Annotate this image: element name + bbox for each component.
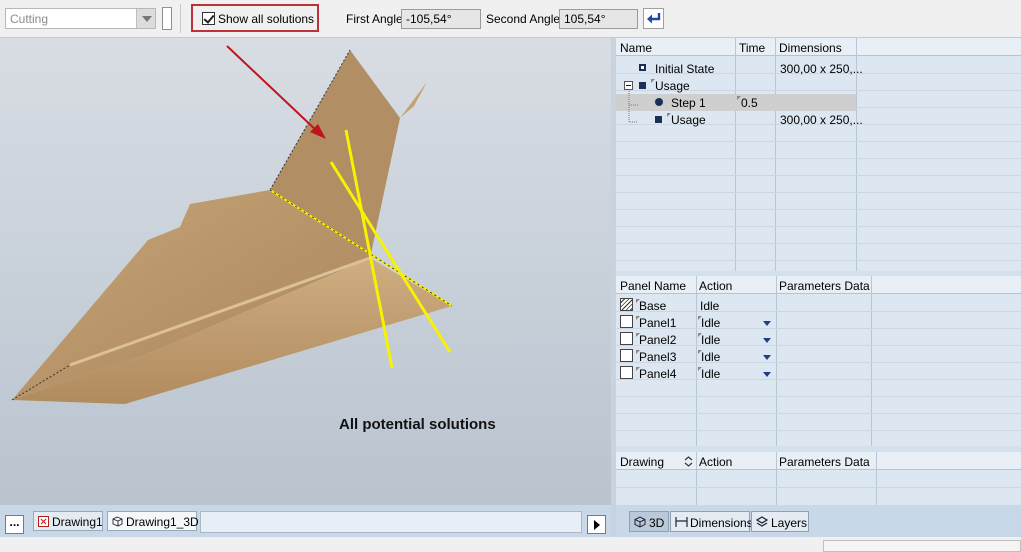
toolbar-divider (180, 4, 181, 33)
col-header-panel-name[interactable]: Panel Name (620, 279, 686, 293)
tab-drawing1-3d[interactable]: Drawing1_3D (107, 511, 199, 531)
play-button[interactable] (587, 515, 606, 534)
panel4-checkbox[interactable] (620, 366, 633, 379)
annotation-arrow (226, 45, 319, 133)
dimension-icon (675, 517, 688, 527)
right-pane: Name Time Dimensions Initial State 300,0… (616, 38, 1021, 537)
3d-viewport[interactable]: All potential solutions (0, 38, 611, 505)
col-header-parameters[interactable]: Parameters Data (779, 455, 870, 469)
drawing-grid-header: Drawing Action Parameters Data (616, 452, 1021, 470)
col-header-dimensions[interactable]: Dimensions (779, 41, 842, 55)
panel-action[interactable]: Idle (701, 333, 720, 347)
layers-icon (756, 516, 768, 527)
panel-action[interactable]: Idle (701, 367, 720, 381)
chevron-down-icon[interactable] (136, 9, 155, 28)
row-dimensions: 300,00 x 250,... (780, 113, 863, 127)
tab-3d-label: 3D (649, 516, 665, 530)
second-angle-value: 105,54° (564, 12, 606, 26)
model-flap-tip (400, 82, 427, 118)
panel-base-checkbox[interactable] (620, 298, 633, 311)
3d-scene (11, 45, 453, 404)
tab-drawing1[interactable]: Drawing1 (33, 511, 103, 531)
tree-connectors (628, 91, 638, 123)
panel-name: Base (639, 299, 667, 313)
tab-layers-label: Layers (771, 516, 808, 530)
second-angle-label: Second Angle (486, 12, 561, 26)
tab-3d[interactable]: 3D (629, 511, 669, 532)
cube-icon (634, 516, 646, 528)
chevron-down-icon[interactable] (763, 338, 771, 343)
steps-grid: Name Time Dimensions Initial State 300,0… (616, 38, 1021, 271)
tab-drawing1-3d-label: Drawing1_3D (126, 515, 199, 529)
chevron-down-icon[interactable] (763, 372, 771, 377)
first-angle-value: -105,54° (406, 12, 452, 26)
panel-action[interactable]: Idle (701, 316, 720, 330)
tab-dimensions-label: Dimensions (690, 516, 753, 530)
row-time[interactable]: 0.5 (741, 96, 758, 110)
panel1-checkbox[interactable] (620, 315, 633, 328)
more-tabs-button[interactable]: ... (5, 515, 24, 534)
panel-action[interactable]: Idle (701, 350, 720, 364)
mode-combo-value: Cutting (10, 12, 49, 26)
viewport-caption: All potential solutions (339, 416, 496, 433)
apply-button[interactable] (643, 8, 664, 29)
panels-grid: Panel Name Action Parameters Data Base I… (616, 276, 1021, 446)
right-tab-bar: 3D Dimensions Layers (616, 505, 1021, 537)
col-header-drawing[interactable]: Drawing (620, 455, 664, 469)
tab-dimensions[interactable]: Dimensions (670, 511, 753, 532)
sort-icon[interactable] (684, 456, 693, 467)
drawing-grid: Drawing Action Parameters Data (616, 452, 1021, 505)
show-all-solutions-label[interactable]: Show all solutions (218, 12, 314, 26)
toolbar: Cutting Show all solutions First Angle -… (0, 0, 1021, 38)
col-header-parameters[interactable]: Parameters Data (779, 279, 870, 293)
panel-name: Panel3 (639, 350, 677, 364)
col-header-action[interactable]: Action (699, 455, 732, 469)
panel3-checkbox[interactable] (620, 349, 633, 362)
chevron-down-icon[interactable] (763, 355, 771, 360)
panel-name: Panel2 (639, 333, 677, 347)
second-angle-field[interactable]: 105,54° (559, 9, 638, 29)
chevron-down-icon[interactable] (763, 321, 771, 326)
mode-combo[interactable]: Cutting (5, 8, 156, 29)
panel-name: Panel1 (639, 316, 677, 330)
drawing-tab-bar: ... Drawing1 Drawing1_3D (0, 505, 611, 537)
first-angle-label: First Angle (346, 12, 403, 26)
panel-action: Idle (700, 299, 720, 313)
show-all-solutions-checkbox[interactable] (202, 12, 215, 25)
row-name: Usage (671, 113, 706, 127)
tab-drawing1-label: Drawing1 (52, 515, 103, 529)
first-angle-field[interactable]: -105,54° (401, 9, 481, 29)
panel-name: Panel4 (639, 367, 677, 381)
status-panel (823, 540, 1021, 552)
drawing-2d-icon (38, 516, 49, 527)
status-bar (0, 537, 1021, 552)
col-header-time[interactable]: Time (739, 41, 765, 55)
steps-grid-header: Name Time Dimensions (616, 38, 1021, 56)
tab-strip-empty (200, 511, 582, 533)
panels-grid-header: Panel Name Action Parameters Data (616, 276, 1021, 294)
combo-side-button[interactable] (162, 7, 172, 30)
col-header-action[interactable]: Action (699, 279, 732, 293)
cube-icon (112, 516, 123, 527)
row-name: Step 1 (671, 96, 706, 110)
enter-arrow-icon (647, 13, 661, 24)
row-dimensions: 300,00 x 250,... (780, 62, 863, 76)
tab-layers[interactable]: Layers (751, 511, 809, 532)
panel2-checkbox[interactable] (620, 332, 633, 345)
